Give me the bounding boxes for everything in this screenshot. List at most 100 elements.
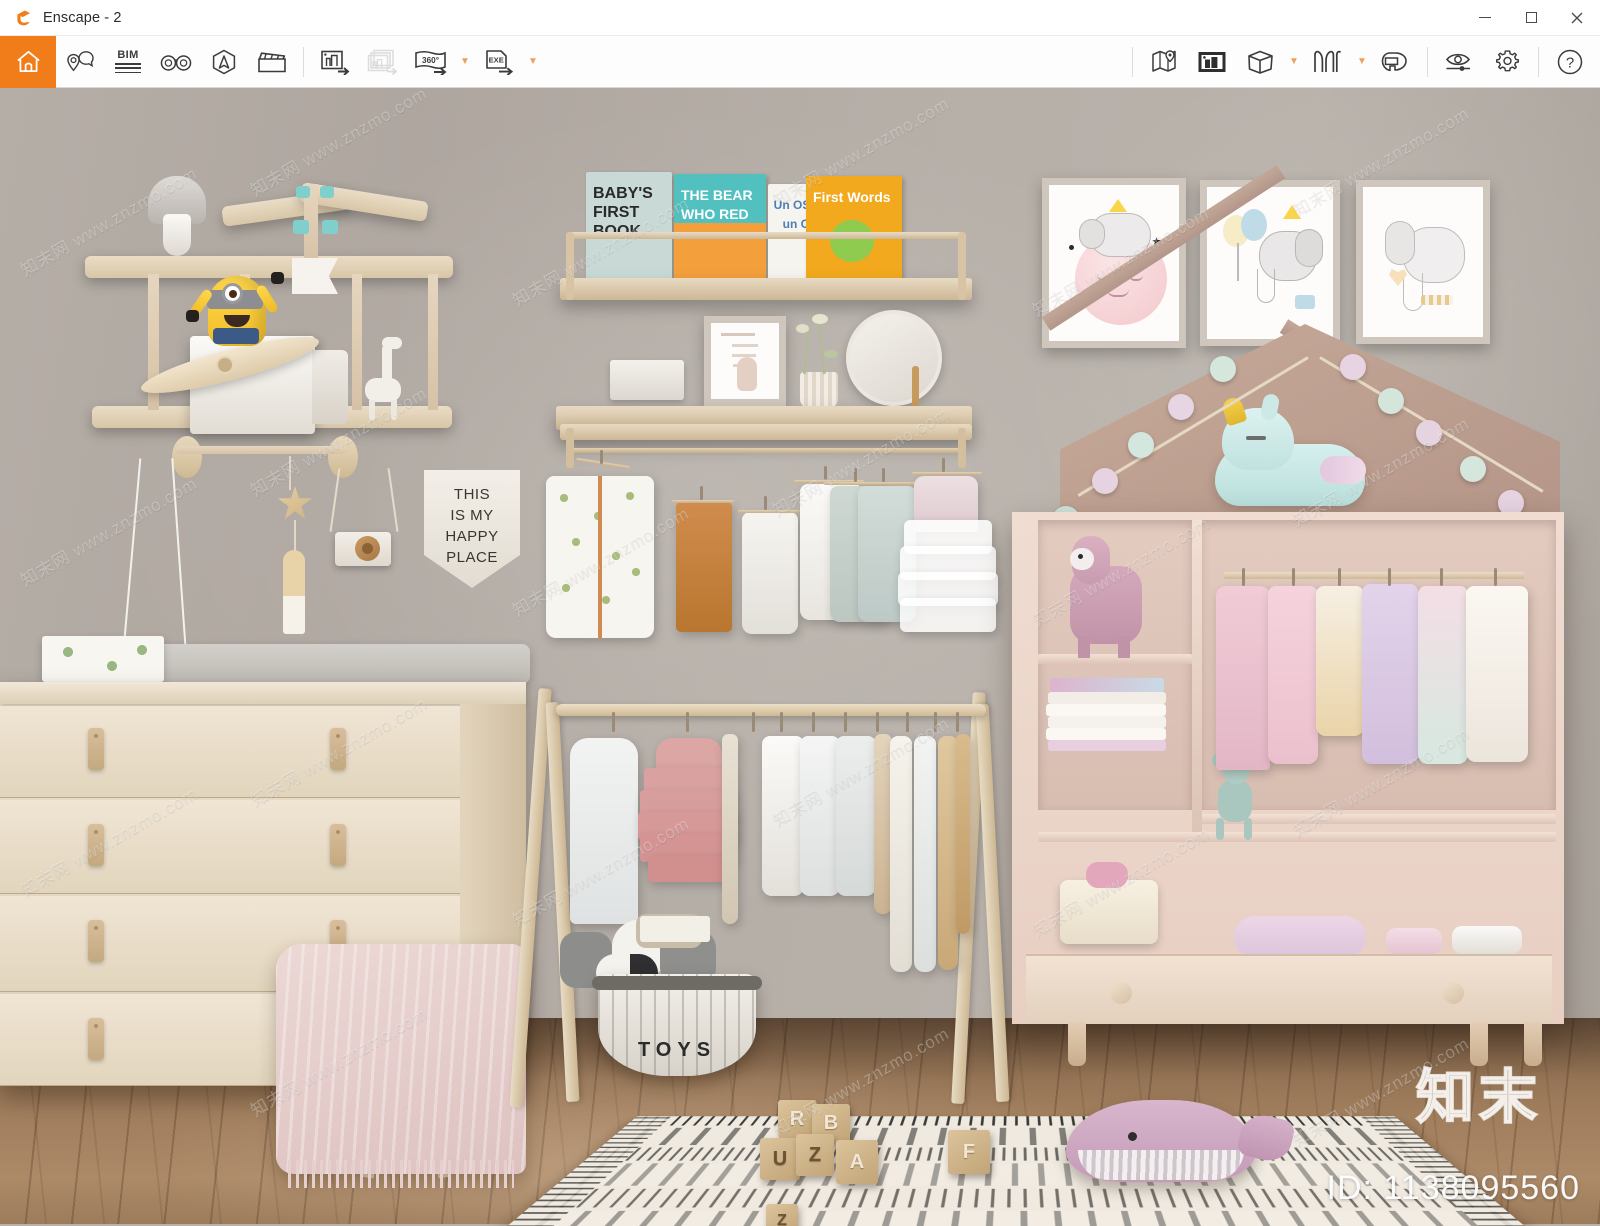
alphabet-block: R [778,1100,816,1138]
dresser-drawer[interactable] [0,800,460,894]
minimize-icon [1479,17,1491,18]
hanging-dress [1418,586,1468,764]
alphabet-block: Z [766,1204,798,1226]
export-batch-images-icon [367,49,399,75]
block-letter: U [773,1148,787,1171]
chevron-down-icon: ▼ [1289,57,1299,67]
stereo-panorama-button[interactable] [1304,36,1352,88]
material-editor-button[interactable] [1236,36,1284,88]
toolbar-right-group: ▼ ▼ ? [1125,36,1600,88]
exe-dropdown[interactable]: ▼ [523,36,543,88]
standalone-exe-button[interactable]: EXE [475,36,523,88]
panorama-dropdown[interactable]: ▼ [455,36,475,88]
hanging-dress [1466,586,1528,762]
home-icon [15,48,42,75]
site-context-button[interactable] [1140,36,1188,88]
toolbar-left-group: BIM 360° ▼ EXE ▼ [0,36,543,88]
render-viewport[interactable]: THIS IS MY HAPPY PLACE BABY'S FIRST BOOK… [0,88,1600,1226]
stereo-panorama-icon [1312,49,1344,75]
alphabet-block: A [836,1140,878,1184]
boho-rug [491,1116,1540,1226]
alphabet-block: Z [796,1134,834,1176]
hanging-dress [1268,586,1318,764]
banner-line: PLACE [446,549,498,566]
block-letter: A [850,1151,864,1174]
svg-text:?: ? [1566,54,1574,71]
wardrobe-rail [1224,572,1524,579]
block-letter: R [790,1108,804,1131]
hanging-garment [914,736,936,972]
alphabet-block: U [760,1138,800,1180]
toolbar-divider [1538,47,1539,77]
stereo-dropdown[interactable]: ▼ [1352,36,1372,88]
svg-text:EXE: EXE [489,55,504,64]
birth-record-frame [704,316,786,406]
bim-button[interactable]: BIM [104,36,152,88]
book-title: THE BEAR WHO RED [681,186,761,224]
pink-shoes [1386,928,1442,954]
views-button[interactable] [56,36,104,88]
tulle-pile [1234,916,1366,958]
block-letter: F [963,1141,975,1164]
clapperboard-icon [257,50,287,74]
chevron-down-icon: ▼ [528,57,538,67]
baby-onesie [546,476,654,638]
wardrobe-drawer[interactable] [1026,954,1552,1024]
map-pin-icon [1150,49,1178,75]
minimize-button[interactable] [1462,0,1508,36]
alphabet-block: F [948,1130,990,1174]
title-bar: Enscape - 2 [0,0,1600,36]
settings-button[interactable] [1483,36,1531,88]
book-title: First Words [813,188,897,207]
close-icon [1571,12,1583,24]
help-button[interactable]: ? [1546,36,1594,88]
changing-pad [110,644,530,684]
chevron-down-icon: ▼ [460,57,470,67]
maximize-button[interactable] [1508,0,1554,36]
render-quality-button[interactable] [200,36,248,88]
white-hanging-dress [570,738,638,924]
white-sneakers [1452,926,1522,954]
hanging-garment [890,736,912,972]
home-button[interactable] [0,36,56,88]
video-editor-button[interactable] [248,36,296,88]
view-marker-icon [65,49,95,75]
book: THE BEAR WHO RED [674,174,766,280]
compass-hexagon-icon [210,48,238,76]
hanging-dress [1316,586,1364,736]
close-button[interactable] [1554,0,1600,36]
block-letter: Z [777,1212,787,1226]
panorama-button[interactable]: 360° [407,36,455,88]
book: BABY'S FIRST BOOK [586,172,672,282]
banner-line: THIS [454,486,490,503]
hanging-garment [722,734,738,924]
svg-text:360°: 360° [422,55,439,64]
window-title: Enscape - 2 [43,10,121,26]
material-dropdown[interactable]: ▼ [1284,36,1304,88]
render-image-button[interactable] [311,36,359,88]
visual-settings-button[interactable] [1435,36,1483,88]
toolbar-divider [1132,47,1133,77]
export-image-icon [320,49,350,75]
toolbar-divider [303,47,304,77]
banner-line: IS MY [450,507,493,524]
vr-headset-button[interactable] [1372,36,1420,88]
block-letter: B [824,1112,838,1135]
asset-library-icon [1197,50,1227,74]
vr-preview-button[interactable] [152,36,200,88]
hanging-garment [836,736,876,896]
eye-settings-icon [1444,50,1474,74]
render-batch-button[interactable] [359,36,407,88]
dresser-drawer[interactable] [0,706,460,798]
help-icon: ? [1556,48,1584,76]
vr-headset-icon [1381,50,1411,74]
hanging-garment [956,734,970,934]
hanging-garment [762,736,804,896]
main-toolbar: BIM 360° ▼ EXE ▼ ▼ ▼ ? [0,36,1600,88]
hanging-garment [938,736,958,970]
chevron-down-icon: ▼ [1357,57,1367,67]
basket-label: TOYS [598,1039,756,1062]
binoculars-icon [159,51,193,73]
360-panorama-icon: 360° [414,49,448,75]
asset-library-button[interactable] [1188,36,1236,88]
